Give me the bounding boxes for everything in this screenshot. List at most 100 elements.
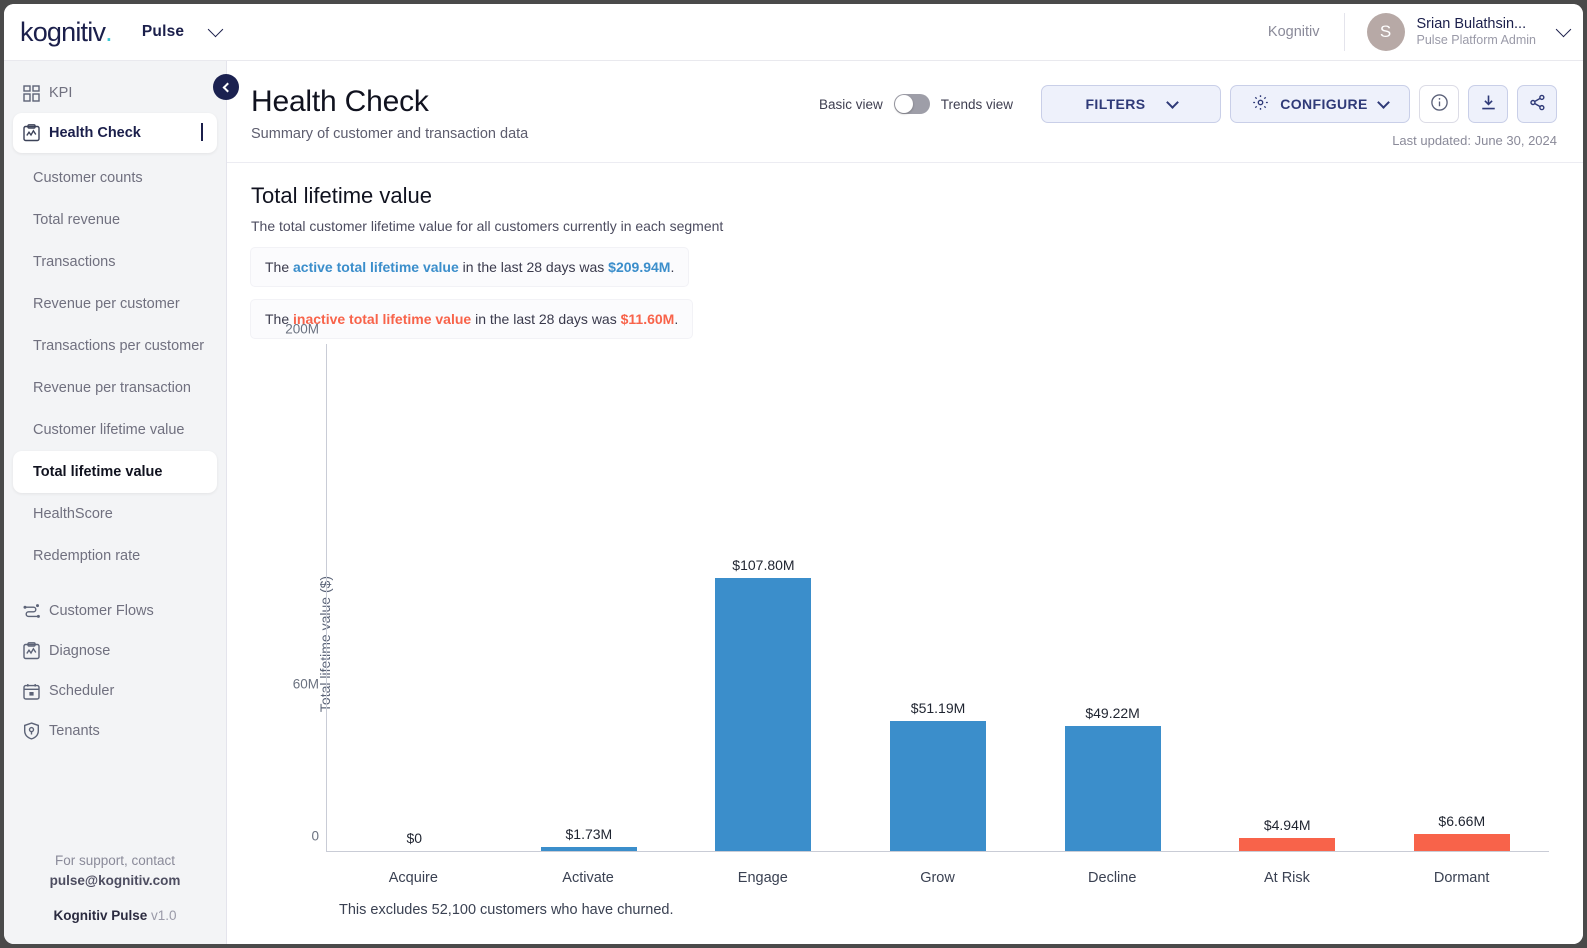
sidebar-item-label: Health Check [49, 125, 141, 141]
chevron-down-icon [1376, 95, 1390, 109]
insight-pill-inactive-wrap: The inactive total lifetime value in the… [251, 286, 1557, 338]
bar[interactable] [1239, 838, 1336, 851]
section-subtitle: The total customer lifetime value for al… [251, 218, 724, 234]
bar-slot[interactable]: $51.19M [851, 344, 1026, 851]
support-email[interactable]: pulse@kognitiv.com [4, 871, 226, 891]
sidebar-item-tenants[interactable]: Tenants [13, 711, 217, 751]
sidebar-item-label: Diagnose [49, 643, 111, 659]
sidebar-item-customer-flows[interactable]: Customer Flows [13, 591, 217, 631]
sidebar-item-redemption-rate[interactable]: Redemption rate [13, 535, 217, 577]
bar-value-label: $6.66M [1438, 813, 1486, 830]
plot-area: 0 60M 200M $0 $1.73M $107.80M $51.19M $49.22M $… [285, 322, 1549, 852]
flow-icon [23, 603, 49, 619]
filters-button[interactable]: FILTERS [1041, 85, 1221, 123]
clipboard-chart-icon [23, 124, 49, 142]
info-button[interactable] [1419, 85, 1459, 123]
sidebar-item-total-lifetime-value[interactable]: Total lifetime value [13, 451, 217, 493]
user-role: Pulse Platform Admin [1416, 33, 1537, 48]
sidebar-item-diagnose[interactable]: Diagnose [13, 631, 217, 671]
configure-button[interactable]: CONFIGURE [1230, 85, 1410, 123]
sidebar-item-total-revenue[interactable]: Total revenue [13, 199, 217, 241]
bar-value-label: $4.94M [1263, 817, 1311, 834]
bar-slot[interactable]: $4.94M [1200, 344, 1375, 851]
shield-user-icon [23, 722, 49, 740]
insight-mid: in the last 28 days was [458, 259, 609, 275]
bar-value-label: $107.80M [732, 556, 795, 573]
share-button[interactable] [1517, 85, 1557, 123]
top-bar: kognitiv. Pulse Kognitiv S Srian Bulaths… [4, 4, 1583, 61]
x-axis-label: At Risk [1263, 870, 1310, 886]
bar[interactable] [715, 577, 812, 851]
download-button[interactable] [1468, 85, 1508, 123]
sidebar-item-label: HealthScore [33, 506, 113, 522]
y-axis-tick: 0 [311, 828, 319, 844]
sidebar-primary-nav: KPI Health Check [4, 73, 226, 153]
configure-label: CONFIGURE [1280, 96, 1368, 112]
bar[interactable] [890, 721, 987, 851]
bar-value-label: $49.22M [1085, 705, 1140, 722]
sidebar-item-revenue-per-customer[interactable]: Revenue per customer [13, 283, 217, 325]
insight-pill-active: The active total lifetime value in the l… [251, 248, 689, 286]
product-name[interactable]: Pulse [142, 23, 184, 41]
clipboard-chart-icon [23, 642, 49, 660]
avatar: S [1366, 13, 1405, 51]
support-text: For support, contact [54, 853, 176, 869]
insight-post: . [670, 259, 675, 275]
sidebar-item-health-check[interactable]: Health Check [13, 113, 217, 153]
logo-text: kognitiv [20, 16, 106, 47]
trends-view-label: Trends view [940, 96, 1013, 112]
bar-slot[interactable]: $6.66M [1374, 344, 1549, 851]
page-header-left: Health Check Summary of customer and tra… [251, 85, 528, 142]
body: KPI Health Check Customer counts Total r… [4, 61, 1583, 944]
sidebar-item-label: Transactions [33, 254, 116, 270]
x-axis-labels: Acquire Activate Engage Grow Decline At Risk D… [326, 870, 1549, 886]
sidebar-item-label: KPI [49, 85, 73, 101]
sidebar-item-label: Total revenue [33, 212, 121, 228]
y-axis-tick: 60M [292, 676, 319, 692]
calendar-icon [23, 683, 49, 700]
sidebar-item-scheduler[interactable]: Scheduler [13, 671, 217, 711]
sidebar-item-transactions[interactable]: Transactions [13, 241, 217, 283]
sidebar-item-kpi[interactable]: KPI [13, 73, 217, 113]
chart-container: Total lifetime value ($) 0 60M 200M $0 $1.7… [251, 322, 1557, 944]
toggle-knob [894, 95, 913, 113]
app-window: kognitiv. Pulse Kognitiv S Srian Bulaths… [4, 4, 1583, 944]
chevron-down-icon[interactable] [207, 21, 224, 38]
chart-footnote: This excludes 52,100 customers who have … [339, 902, 674, 918]
insight-pre: The [265, 259, 294, 275]
chevron-up-icon[interactable] [201, 123, 207, 141]
header-controls: Basic view Trends view FILTERS CONFIGURE [819, 85, 1557, 123]
sidebar-item-revenue-per-transaction[interactable]: Revenue per transaction [13, 367, 217, 409]
download-icon [1480, 94, 1497, 114]
page-subtitle: Summary of customer and transaction data [251, 126, 529, 142]
kognitiv-logo[interactable]: kognitiv. [20, 16, 113, 48]
x-axis-label: Dormant [1433, 870, 1490, 886]
bar[interactable] [1413, 834, 1510, 851]
bar[interactable] [1064, 726, 1161, 851]
sidebar-item-healthscore[interactable]: HealthScore [13, 493, 217, 535]
user-menu[interactable]: S Srian Bulathsin... Pulse Platform Admi… [1343, 13, 1572, 51]
bar-slot[interactable]: $107.80M [676, 344, 851, 851]
bar-value-label: $1.73M [565, 825, 613, 842]
chevron-down-icon[interactable] [1555, 21, 1572, 38]
x-axis-label: Acquire [388, 870, 438, 886]
sidebar-item-label: Total lifetime value [33, 464, 163, 480]
insight-post: . [674, 311, 679, 327]
insight-value: $11.60M [620, 311, 675, 327]
main-content: Health Check Summary of customer and tra… [227, 61, 1583, 944]
y-axis-tick: 200M [285, 321, 319, 337]
sidebar-item-customer-counts[interactable]: Customer counts [13, 157, 217, 199]
view-mode-toggle[interactable] [893, 94, 930, 114]
sidebar-item-customer-lifetime-value[interactable]: Customer lifetime value [13, 409, 217, 451]
insight-mid: in the last 28 days was [471, 311, 621, 327]
top-bar-right: Kognitiv S Srian Bulathsin... Pulse Plat… [1267, 4, 1572, 60]
bar-slot[interactable]: $49.22M [1025, 344, 1200, 851]
sidebar-item-transactions-per-customer[interactable]: Transactions per customer [13, 325, 217, 367]
bar-slot[interactable]: $0 [327, 344, 502, 851]
sidebar-item-label: Customer lifetime value [33, 422, 185, 438]
sidebar-collapse-button[interactable] [213, 74, 239, 100]
tenant-label: Kognitiv [1267, 24, 1320, 40]
version-number: v1.0 [151, 908, 177, 924]
bar-slot[interactable]: $1.73M [502, 344, 677, 851]
bar[interactable] [540, 846, 637, 851]
